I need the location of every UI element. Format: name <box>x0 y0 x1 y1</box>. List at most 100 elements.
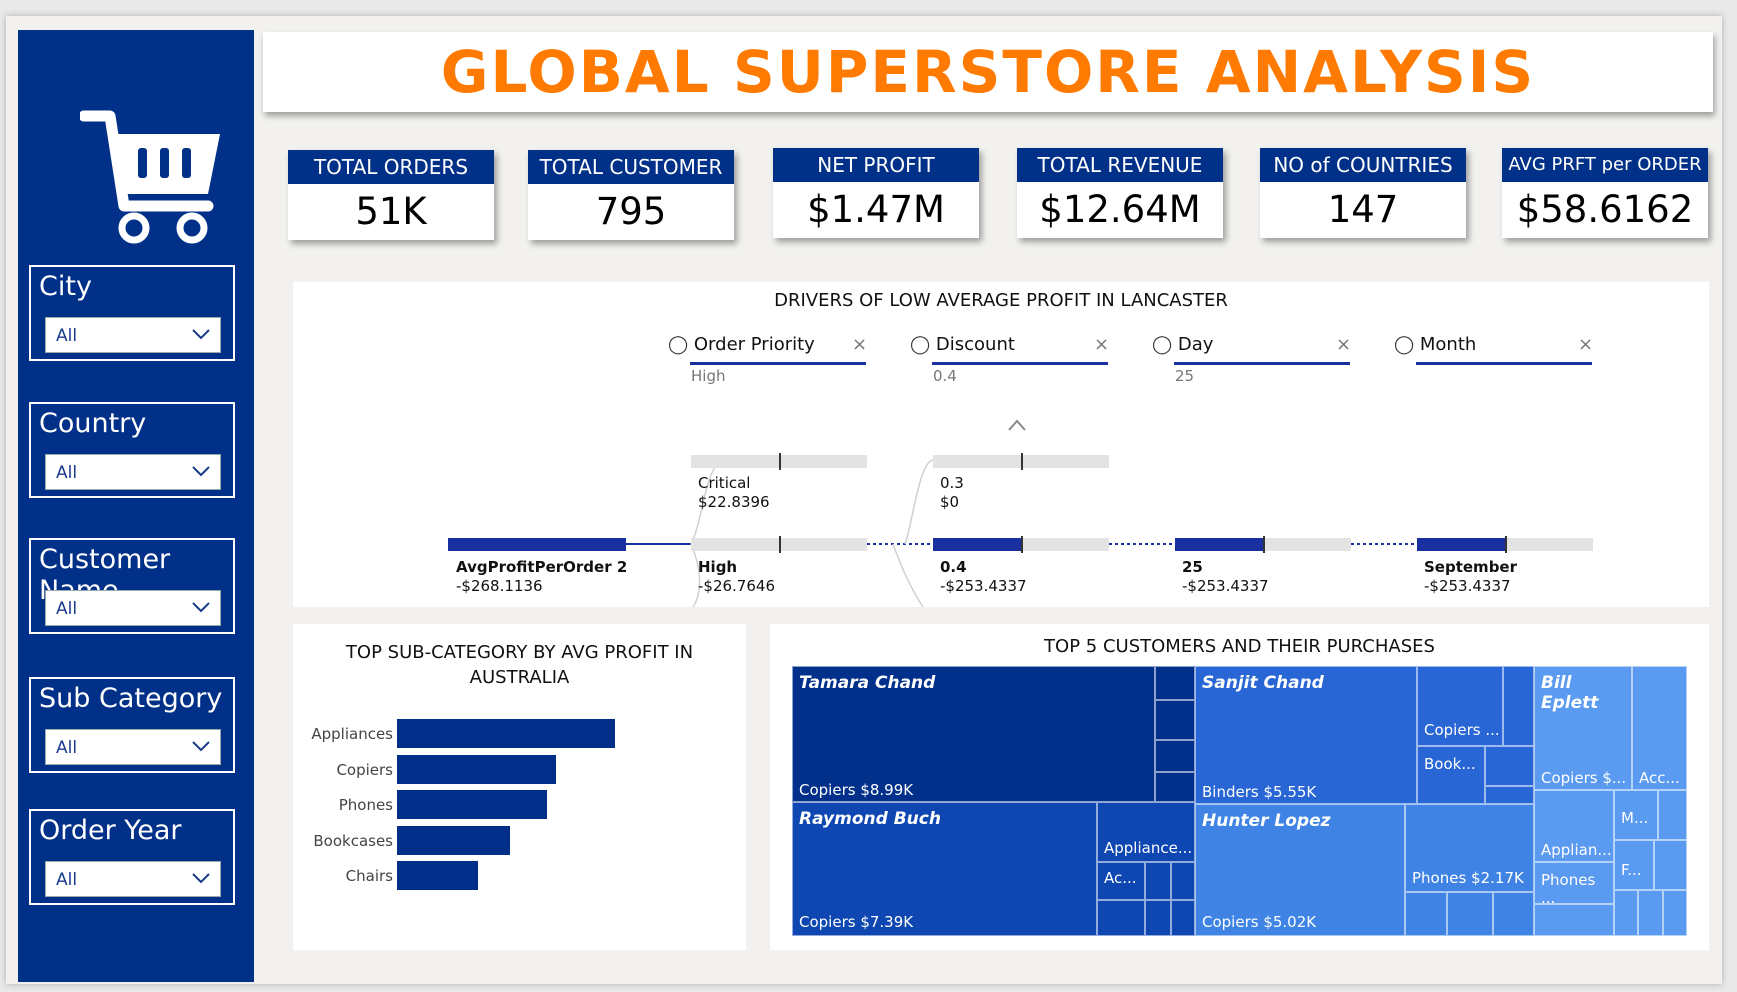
treemap-customer-hunter-lopez[interactable]: Hunter Lopez Copiers $5.02K <box>1195 804 1405 936</box>
treemap-cell[interactable]: Phones ... <box>1534 862 1614 907</box>
treemap-cell[interactable]: Copiers ... <box>1417 666 1503 746</box>
category-label: Phones <box>338 796 393 814</box>
treemap-cell[interactable]: Acc... <box>1632 666 1687 790</box>
purchase-label: Acc... <box>1639 769 1680 787</box>
node-discount-0-4: 0.4 -$253.4337 <box>940 558 1027 596</box>
kpi-net-profit: NET PROFIT $1.47M <box>773 148 979 238</box>
sub-category-dropdown[interactable]: All <box>45 729 221 765</box>
customer-name-filter: Customer Name All <box>29 538 235 634</box>
node-tick <box>1263 536 1265 553</box>
treemap-cell[interactable] <box>1155 700 1195 740</box>
treemap-cell[interactable]: Ac... <box>1097 862 1145 900</box>
node-critical: Critical $22.8396 <box>698 474 770 512</box>
customer-name-dropdown[interactable]: All <box>45 590 221 626</box>
node-tick <box>1021 536 1023 553</box>
treemap-cell[interactable] <box>1614 890 1638 936</box>
bar-bookcases[interactable] <box>397 825 511 855</box>
customer-name: Sanjit Chand <box>1202 673 1324 693</box>
node-name: 25 <box>1182 558 1203 576</box>
node-tick <box>1021 453 1023 470</box>
purchase-label: M... <box>1621 809 1649 827</box>
treemap-customer-tamara-chand[interactable]: Tamara Chand Copiers $8.99K <box>792 666 1155 802</box>
treemap-customer-raymond-buch[interactable]: Raymond Buch Copiers $7.39K <box>792 802 1097 936</box>
chevron-down-icon <box>192 329 210 340</box>
bar-chairs[interactable] <box>397 861 478 890</box>
treemap-cell[interactable] <box>1638 890 1663 936</box>
top-purchase: Copiers $8.99K <box>799 781 914 799</box>
order-year-dropdown[interactable]: All <box>45 861 221 897</box>
treemap-cell[interactable] <box>1405 892 1447 936</box>
category-label: Chairs <box>345 867 393 885</box>
city-filter: City All <box>29 265 235 361</box>
chevron-down-icon <box>192 602 210 613</box>
treemap-panel: TOP 5 CUSTOMERS AND THEIR PURCHASES Tama… <box>770 624 1709 950</box>
treemap-cell[interactable] <box>1145 900 1171 936</box>
bar-appliances[interactable] <box>397 719 615 748</box>
treemap-cell[interactable] <box>1658 790 1687 840</box>
country-dropdown[interactable]: All <box>45 454 221 490</box>
bar-phones[interactable] <box>397 790 548 819</box>
kpi-total-orders: TOTAL ORDERS 51K <box>288 150 494 240</box>
top-purchase: Copiers $7.39K <box>799 913 914 931</box>
customer-name: Tamara Chand <box>799 673 936 693</box>
root-name: AvgProfitPerOrder 2 <box>456 558 628 576</box>
treemap-cell[interactable] <box>1447 892 1493 936</box>
treemap-cell[interactable] <box>1171 900 1195 936</box>
country-dropdown-value: All <box>56 463 78 483</box>
title-banner: GLOBAL SUPERSTORE ANALYSIS <box>263 32 1713 112</box>
node-name: Critical <box>698 474 751 492</box>
treemap-cell[interactable] <box>1155 772 1195 802</box>
purchase-label: Phones ... <box>1541 871 1596 907</box>
kpi-value: 51K <box>355 190 427 233</box>
treemap-cell[interactable] <box>1155 666 1195 700</box>
node-value: -$253.4337 <box>940 577 1027 595</box>
page-title: GLOBAL SUPERSTORE ANALYSIS <box>440 38 1536 106</box>
treemap-cell[interactable] <box>1534 904 1614 936</box>
treemap-cell[interactable] <box>1155 740 1195 772</box>
customer-name: Raymond Buch <box>799 809 941 829</box>
kpi-value: $12.64M <box>1039 188 1201 231</box>
bar-copiers[interactable] <box>397 754 557 784</box>
root-node-label: AvgProfitPerOrder 2 -$268.1136 <box>456 558 627 596</box>
node-tick <box>1505 536 1507 553</box>
treemap-cell[interactable]: Appliance... <box>1097 802 1195 862</box>
treemap-cell[interactable] <box>1503 666 1534 746</box>
treemap-cell[interactable]: F... <box>1614 840 1654 890</box>
root-value: -$268.1136 <box>456 577 543 595</box>
purchase-label: Book... <box>1424 755 1476 773</box>
treemap-cell[interactable] <box>1485 786 1534 804</box>
node-bar-fill <box>1417 538 1505 551</box>
node-bar-fill <box>1175 538 1263 551</box>
customer-name-dropdown-value: All <box>56 599 78 619</box>
city-filter-label: City <box>39 271 92 302</box>
treemap-cell[interactable] <box>1654 840 1687 890</box>
treemap-customer-sanjit-chand[interactable]: Sanjit Chand Binders $5.55K <box>1195 666 1417 804</box>
root-bar[interactable] <box>448 538 626 551</box>
kpi-value: 795 <box>595 190 667 233</box>
kpi-total-revenue: TOTAL REVENUE $12.64M <box>1017 148 1223 238</box>
kpi-label: AVG PRFT per ORDER <box>1502 148 1708 182</box>
treemap-cell[interactable] <box>1485 746 1534 786</box>
decomposition-tree-panel: DRIVERS OF LOW AVERAGE PROFIT IN LANCAST… <box>293 282 1709 607</box>
treemap-cell[interactable]: M... <box>1614 790 1658 840</box>
kpi-label: TOTAL REVENUE <box>1017 148 1223 182</box>
treemap-customer-bill-eplett[interactable]: Bill Eplett Copiers $... <box>1534 666 1632 790</box>
treemap-cell[interactable] <box>1097 900 1145 936</box>
kpi-label: TOTAL ORDERS <box>288 150 494 184</box>
node-september: September -$253.4337 <box>1424 558 1517 596</box>
treemap-cell[interactable]: Book... <box>1417 746 1485 804</box>
treemap-cell[interactable]: Applian... <box>1534 790 1614 862</box>
treemap-cell[interactable] <box>1171 862 1195 900</box>
node-name: High <box>698 558 738 576</box>
kpi-value: $1.47M <box>807 188 945 231</box>
treemap-cell[interactable] <box>1145 862 1171 900</box>
node-high: High -$26.7646 <box>698 558 775 596</box>
city-dropdown[interactable]: All <box>45 317 221 353</box>
chevron-down-icon <box>192 741 210 752</box>
customer-name: Hunter Lopez <box>1202 811 1331 831</box>
purchase-label: Applian... <box>1541 841 1612 859</box>
treemap-cell[interactable] <box>1663 890 1687 936</box>
treemap-cell[interactable] <box>1493 892 1534 936</box>
treemap-cell[interactable]: Phones $2.17K <box>1405 804 1534 892</box>
top-purchase: Binders $5.55K <box>1202 783 1317 801</box>
